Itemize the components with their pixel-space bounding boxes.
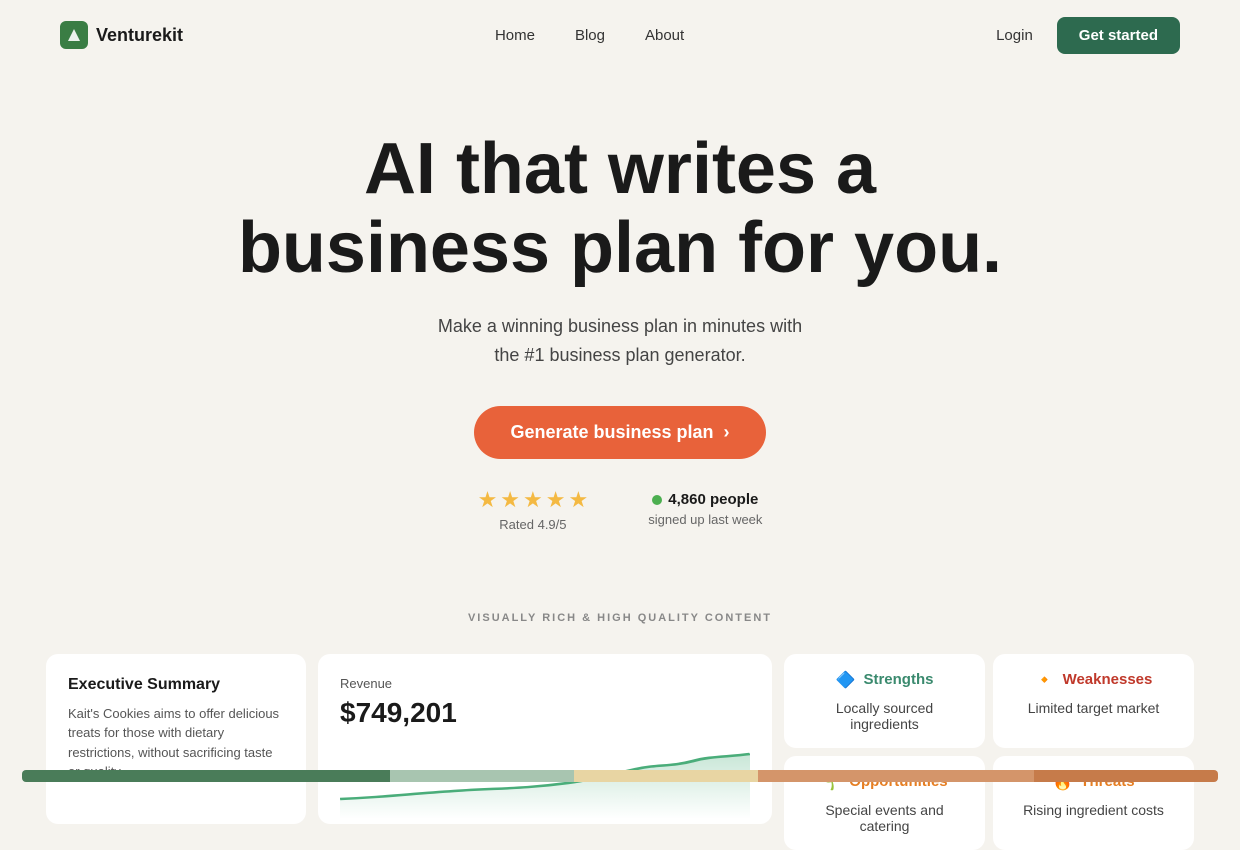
strengths-text: Locally sourced ingredients <box>800 700 969 732</box>
social-proof: ★ ★ ★ ★ ★ Rated 4.9/5 4,860 people signe… <box>20 487 1220 532</box>
exec-title: Executive Summary <box>68 676 284 694</box>
nav-links: Home Blog About <box>495 27 684 44</box>
logo-text: Venturekit <box>96 25 183 46</box>
nav-about[interactable]: About <box>645 27 684 44</box>
hero-section: AI that writes a business plan for you. … <box>0 70 1240 572</box>
rating-block: ★ ★ ★ ★ ★ Rated 4.9/5 <box>478 487 589 532</box>
strengths-title: Strengths <box>863 671 933 688</box>
star-4: ★ <box>546 487 566 513</box>
strengths-header: 🔷 Strengths <box>836 670 934 690</box>
logo[interactable]: Venturekit <box>60 21 183 49</box>
strengths-cell: 🔷 Strengths Locally sourced ingredients <box>784 654 985 748</box>
login-link[interactable]: Login <box>996 27 1033 44</box>
signed-up-text: signed up last week <box>648 512 762 527</box>
star-1: ★ <box>478 487 498 513</box>
exec-summary-card: Executive Summary Kait's Cookies aims to… <box>46 654 306 824</box>
stars-row: ★ ★ ★ ★ ★ <box>478 487 589 513</box>
section-label: VISUALLY RICH & HIGH QUALITY CONTENT <box>0 612 1240 624</box>
revenue-label: Revenue <box>340 676 750 691</box>
logo-icon <box>60 21 88 49</box>
arrow-icon: › <box>724 422 730 443</box>
weaknesses-cell: 🔸 Weaknesses Limited target market <box>993 654 1194 748</box>
strengths-icon: 🔷 <box>836 670 856 690</box>
nav-right: Login Get started <box>996 17 1180 54</box>
star-2: ★ <box>500 487 520 513</box>
green-dot <box>652 495 662 505</box>
rated-text: Rated 4.9/5 <box>499 517 566 532</box>
weaknesses-header: 🔸 Weaknesses <box>1035 670 1153 690</box>
color-bar <box>22 740 1218 782</box>
people-count-row: 4,860 people <box>652 491 758 508</box>
threats-text: Rising ingredient costs <box>1023 802 1164 818</box>
generate-button[interactable]: Generate business plan › <box>474 406 765 459</box>
get-started-button[interactable]: Get started <box>1057 17 1180 54</box>
weaknesses-icon: 🔸 <box>1035 670 1055 690</box>
content-section: Executive Summary Kait's Cookies aims to… <box>0 654 1240 824</box>
hero-title: AI that writes a business plan for you. <box>220 130 1020 288</box>
revenue-amount: $749,201 <box>340 697 750 729</box>
people-block: 4,860 people signed up last week <box>648 491 762 527</box>
star-5: ★ <box>569 487 589 513</box>
navbar: Venturekit Home Blog About Login Get sta… <box>0 0 1240 70</box>
star-3: ★ <box>523 487 543 513</box>
revenue-card: Revenue $749,201 <box>318 654 772 824</box>
opportunities-text: Special events and catering <box>800 802 969 834</box>
weaknesses-title: Weaknesses <box>1063 671 1153 688</box>
weaknesses-text: Limited target market <box>1028 700 1160 716</box>
nav-home[interactable]: Home <box>495 27 535 44</box>
nav-blog[interactable]: Blog <box>575 27 605 44</box>
hero-subtitle: Make a winning business plan in minutes … <box>20 312 1220 370</box>
swot-grid: 🔷 Strengths Locally sourced ingredients … <box>784 654 1194 824</box>
